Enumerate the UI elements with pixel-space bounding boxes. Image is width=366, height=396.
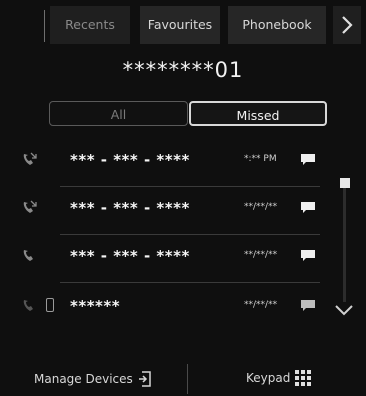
manage-devices-label: Manage Devices: [34, 372, 133, 386]
call-time: **/**/**: [244, 202, 278, 212]
scrollbar-track[interactable]: [343, 184, 346, 302]
scrollbar-thumb[interactable]: [340, 178, 350, 188]
keypad-button[interactable]: Keypad: [246, 370, 312, 386]
missed-call-icon: [23, 152, 37, 165]
list-item[interactable]: *** - *** - **** **/**/**: [0, 187, 330, 233]
call-name: *** - *** - ****: [70, 199, 190, 217]
tab-divider: [44, 10, 45, 42]
message-icon[interactable]: [300, 249, 316, 262]
tab-bar: Recents Favourites Phonebook: [0, 0, 366, 50]
chevron-right-icon: [342, 16, 353, 34]
keypad-label: Keypad: [246, 371, 291, 385]
bottom-bar: Manage Devices Keypad: [0, 360, 366, 396]
manage-devices-button[interactable]: Manage Devices: [34, 370, 152, 388]
tab-favourites[interactable]: Favourites: [140, 6, 220, 44]
missed-call-icon: [23, 200, 37, 213]
chevron-down-icon[interactable]: [333, 300, 355, 320]
tab-recents[interactable]: Recents: [50, 6, 130, 44]
message-icon[interactable]: [300, 299, 316, 312]
phone-screen: Recents Favourites Phonebook ********01 …: [0, 0, 366, 396]
missed-call-icon: [23, 250, 33, 261]
missed-call-icon: [23, 300, 33, 311]
tab-phonebook[interactable]: Phonebook: [228, 6, 326, 44]
phone-number-display: ********01: [122, 58, 244, 82]
list-item[interactable]: ****** **/**/**: [0, 285, 330, 331]
list-item[interactable]: *** - *** - **** **/**/**: [0, 235, 330, 281]
device-connect-icon: [138, 371, 151, 387]
call-time: **/**/**: [244, 250, 278, 260]
message-icon[interactable]: [300, 153, 316, 166]
filter-missed-button[interactable]: Missed: [189, 101, 327, 126]
filter-all-button[interactable]: All: [49, 101, 188, 126]
tab-next-button[interactable]: [333, 6, 361, 44]
keypad-icon: [295, 370, 312, 386]
mobile-phone-icon: [46, 298, 54, 312]
call-name: *** - *** - ****: [70, 151, 190, 169]
divider: [187, 364, 188, 394]
call-name: *** - *** - ****: [70, 247, 190, 265]
call-time: **/**/**: [244, 300, 278, 310]
call-name: ******: [70, 297, 121, 315]
list-item[interactable]: *** - *** - **** *:** PM: [0, 139, 330, 185]
message-icon[interactable]: [300, 201, 316, 214]
call-time: *:** PM: [244, 154, 277, 164]
divider: [60, 282, 320, 283]
